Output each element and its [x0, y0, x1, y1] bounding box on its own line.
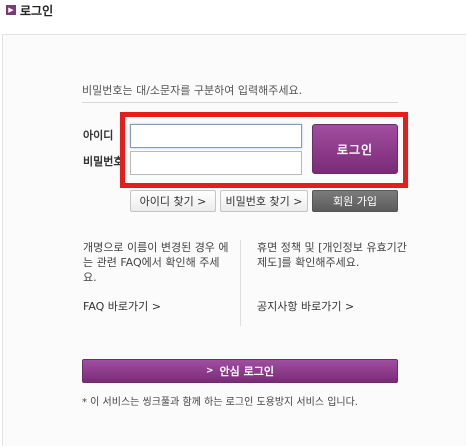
vertical-divider [240, 240, 241, 326]
faq-link[interactable]: FAQ 바로가기 > [83, 298, 161, 314]
id-label: 아이디 [83, 129, 114, 142]
arrow-right-icon: ▶ [6, 5, 16, 15]
divider [82, 102, 398, 103]
highlight-box [120, 112, 408, 188]
password-label: 비밀번호 [83, 155, 124, 168]
safe-login-button[interactable]: > 안심 로그인 [82, 359, 398, 383]
safe-login-label: 안심 로그인 [219, 365, 274, 378]
service-note: * 이 서비스는 씽크풀과 함께 하는 로그인 도용방지 서비스 입니다. [82, 397, 358, 408]
dormant-policy-text: 휴면 정책 및 [개인정보 유효기간 제도]를 확인해주세요. [257, 241, 407, 269]
notice-link[interactable]: 공지사항 바로가기 > [257, 298, 354, 314]
join-button[interactable]: 회원 가입 [312, 190, 398, 212]
password-hint: 비밀번호는 대/소문자를 구분하여 입력해주세요. [82, 84, 303, 97]
chevron-right-icon: > [206, 366, 214, 376]
page-header: ▶ 로그인 [6, 2, 53, 18]
page-title: 로그인 [20, 3, 54, 18]
find-password-button[interactable]: 비밀번호 찾기 > [220, 190, 308, 212]
rename-info-text: 개명으로 이름이 변경된 경우 에는 관련 FAQ에서 확인해 주세요. [83, 241, 229, 284]
find-id-button[interactable]: 아이디 찾기 > [130, 190, 216, 212]
